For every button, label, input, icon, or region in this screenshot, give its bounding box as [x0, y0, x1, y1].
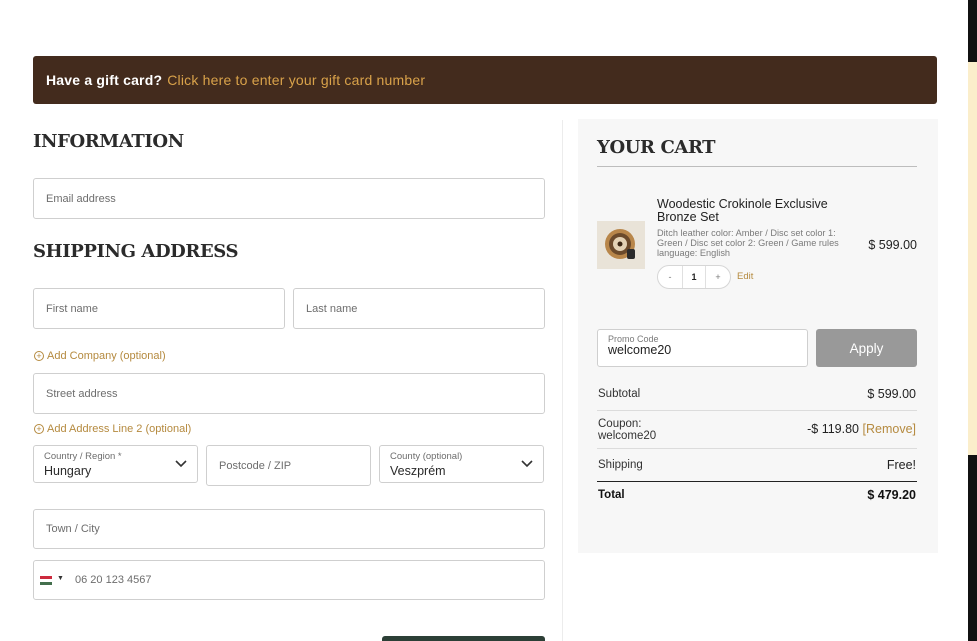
- gift-card-prompt: Have a gift card?: [46, 72, 163, 88]
- shipping-address-title: SHIPPING ADDRESS: [33, 241, 239, 262]
- last-name-placeholder: Last name: [306, 302, 358, 315]
- summary-divider: [597, 448, 917, 449]
- product-variant: Ditch leather color: Amber / Disc set co…: [657, 228, 839, 258]
- apply-promo-button[interactable]: Apply: [816, 329, 917, 367]
- last-name-field[interactable]: Last name: [293, 288, 545, 329]
- street-address-placeholder: Street address: [46, 387, 118, 400]
- product-name: Woodestic Crokinole Exclusive Bronze Set: [657, 197, 828, 224]
- town-city-field[interactable]: Town / City: [33, 509, 545, 549]
- chevron-down-icon: [175, 460, 187, 468]
- coupon-label: Coupon:: [598, 418, 642, 430]
- edge-strip-dark-bottom: [968, 455, 977, 641]
- cart-title: YOUR CART: [597, 137, 716, 158]
- total-divider: [597, 481, 917, 482]
- column-divider: [562, 120, 563, 641]
- postcode-placeholder: Postcode / ZIP: [219, 459, 292, 472]
- cart-title-divider: [597, 166, 917, 167]
- chevron-down-icon: [521, 460, 533, 468]
- flag-dropdown-caret-icon: ▼: [57, 575, 64, 582]
- county-label: County (optional): [390, 451, 463, 462]
- plus-circle-icon: +: [34, 351, 44, 361]
- edge-strip-light: [968, 62, 977, 455]
- county-select[interactable]: County (optional) Veszprém: [379, 445, 544, 483]
- add-company-link[interactable]: + Add Company (optional): [34, 350, 166, 362]
- first-name-field[interactable]: First name: [33, 288, 285, 329]
- total-label: Total: [598, 489, 625, 501]
- product-price: $ 599.00: [868, 238, 917, 252]
- gift-card-banner: Have a gift card? Click here to enter yo…: [33, 56, 937, 104]
- first-name-placeholder: First name: [46, 302, 98, 315]
- quantity-stepper[interactable]: - 1 +: [657, 265, 731, 289]
- quantity-value[interactable]: 1: [682, 266, 706, 288]
- coupon-value-block: -$ 119.80 [Remove]: [807, 422, 916, 436]
- shipping-label: Shipping: [598, 459, 643, 471]
- information-title: INFORMATION: [33, 131, 184, 152]
- postcode-field[interactable]: Postcode / ZIP: [206, 445, 371, 486]
- plus-circle-icon: +: [34, 424, 44, 434]
- coupon-discount: -$ 119.80: [807, 422, 860, 436]
- street-address-field[interactable]: Street address: [33, 373, 545, 414]
- continue-button[interactable]: [382, 636, 545, 641]
- total-value: $ 479.20: [867, 488, 916, 502]
- town-city-placeholder: Town / City: [46, 523, 100, 535]
- remove-coupon-link[interactable]: [Remove]: [863, 422, 917, 436]
- promo-code-field[interactable]: Promo Code welcome20: [597, 329, 808, 367]
- add-address-line2-link[interactable]: + Add Address Line 2 (optional): [34, 423, 191, 435]
- country-value: Hungary: [44, 464, 92, 478]
- edge-strip-dark: [968, 0, 977, 62]
- quantity-decrement-button[interactable]: -: [658, 272, 682, 282]
- promo-code-value: welcome20: [608, 343, 672, 357]
- subtotal-value: $ 599.00: [867, 387, 916, 401]
- coupon-code: welcome20: [598, 430, 657, 442]
- edit-item-link[interactable]: Edit: [737, 271, 753, 282]
- email-placeholder: Email address: [46, 192, 116, 205]
- add-address-line2-label: Add Address Line 2 (optional): [47, 423, 192, 435]
- coupon-label-block: Coupon: welcome20: [598, 418, 656, 442]
- add-company-label: Add Company (optional): [47, 350, 166, 362]
- gift-card-link[interactable]: Click here to enter your gift card numbe…: [167, 72, 425, 88]
- subtotal-label: Subtotal: [598, 388, 641, 400]
- county-value: Veszprém: [390, 464, 446, 478]
- shipping-value: Free!: [886, 458, 916, 472]
- country-select[interactable]: Country / Region * Hungary: [33, 445, 198, 483]
- phone-field[interactable]: ▼ 06 20 123 4567: [33, 560, 545, 600]
- summary-divider: [597, 410, 917, 411]
- hungary-flag-icon[interactable]: [40, 576, 52, 585]
- phone-value: 06 20 123 4567: [75, 574, 152, 586]
- email-field[interactable]: Email address: [33, 178, 545, 219]
- country-label: Country / Region *: [44, 451, 122, 462]
- product-thumbnail: [597, 221, 645, 269]
- quantity-increment-button[interactable]: +: [706, 272, 730, 282]
